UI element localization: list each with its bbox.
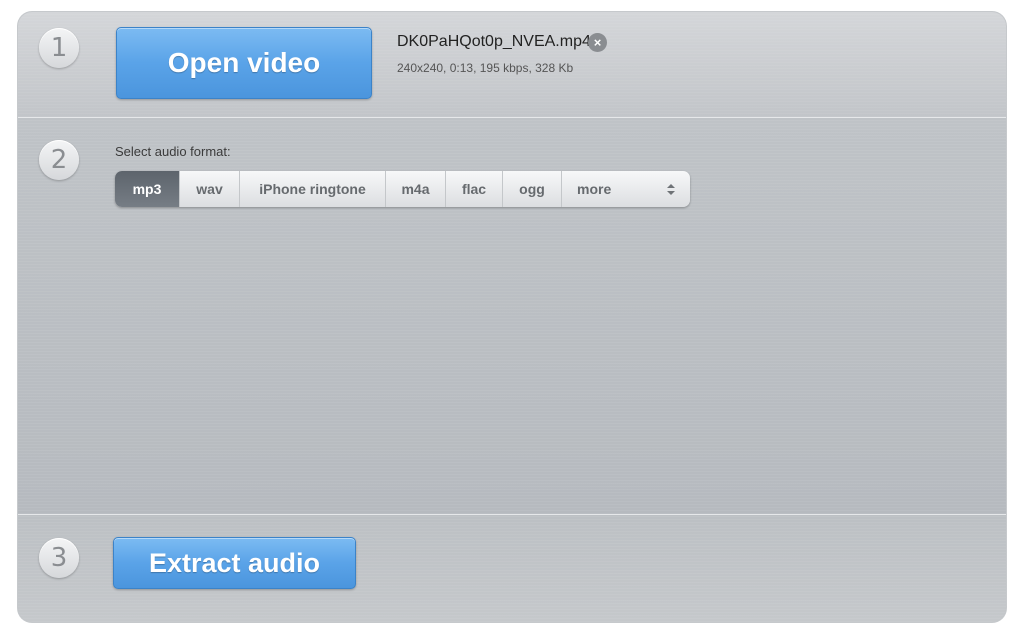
- step-number-2: 2: [39, 140, 79, 180]
- format-more-label: more: [577, 181, 612, 197]
- converter-panel: 1 Open video DK0PaHQot0p_NVEA.mp4 × 240x…: [18, 12, 1006, 622]
- format-option-m4a[interactable]: m4a: [386, 171, 446, 207]
- file-meta: 240x240, 0:13, 195 kbps, 328 Kb: [397, 61, 574, 75]
- extract-audio-button[interactable]: Extract audio: [113, 537, 356, 589]
- up-down-chevron-icon: [666, 183, 676, 196]
- format-more-dropdown[interactable]: more: [562, 171, 690, 207]
- format-option-mp3[interactable]: mp3: [115, 171, 180, 207]
- file-name: DK0PaHQot0p_NVEA.mp4: [397, 33, 591, 50]
- format-selector: mp3 wav iPhone ringtone m4a flac ogg mor…: [115, 171, 690, 207]
- up-down-chevron-svg: [667, 183, 675, 195]
- step-number-1: 1: [39, 28, 79, 68]
- format-option-flac[interactable]: flac: [446, 171, 503, 207]
- step-number-3: 3: [39, 538, 79, 578]
- open-video-button[interactable]: Open video: [116, 27, 372, 99]
- format-option-ogg[interactable]: ogg: [503, 171, 562, 207]
- format-option-wav[interactable]: wav: [180, 171, 240, 207]
- format-option-iphone-ringtone[interactable]: iPhone ringtone: [240, 171, 386, 207]
- format-label: Select audio format:: [115, 144, 231, 159]
- remove-file-icon[interactable]: ×: [588, 33, 607, 52]
